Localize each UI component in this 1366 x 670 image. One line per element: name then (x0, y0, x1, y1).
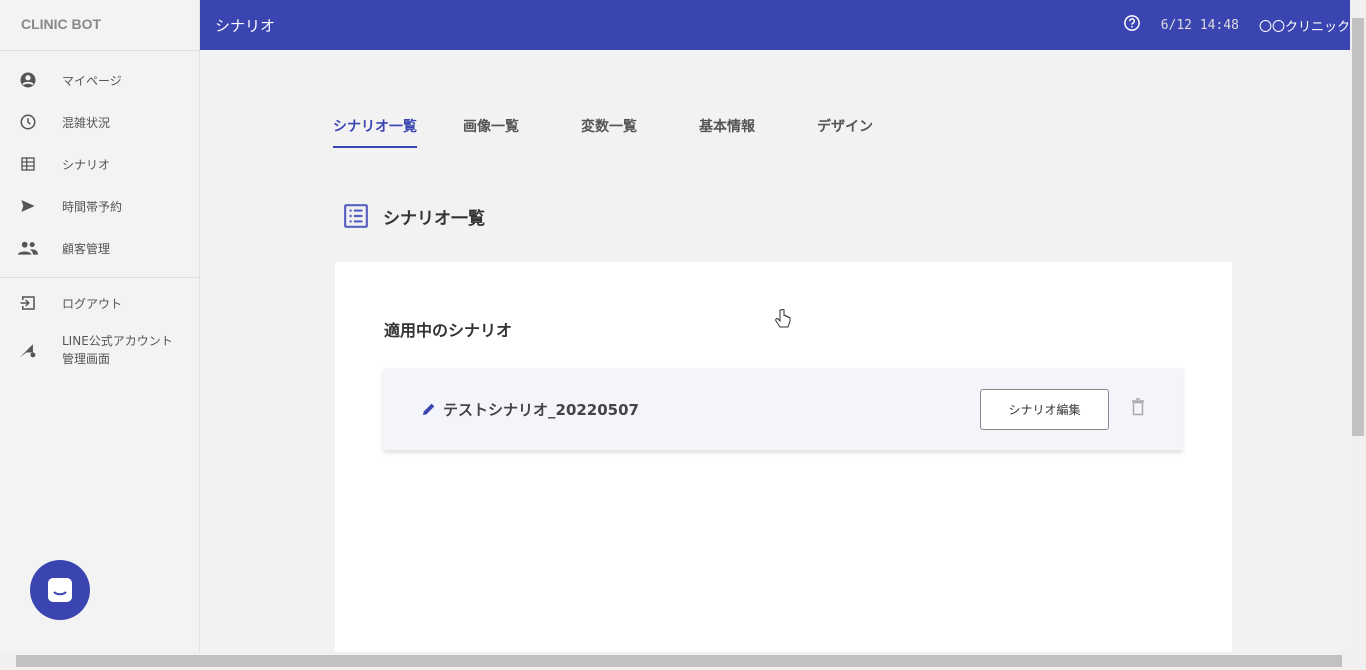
help-icon[interactable] (1123, 14, 1141, 36)
tab-scenario-list[interactable]: シナリオ一覧 (333, 112, 417, 148)
divider (0, 277, 199, 278)
logout-icon (18, 293, 38, 313)
scenario-name: テストシナリオ_20220507 (443, 400, 639, 419)
list-icon (344, 204, 368, 228)
trash-icon[interactable] (1131, 398, 1145, 420)
chat-icon (48, 578, 72, 602)
sidebar-item-time-reservation[interactable]: 時間帯予約 (0, 185, 199, 227)
sidebar-item-label: シナリオ (62, 157, 111, 172)
sidebar-item-label: ログアウト (62, 296, 123, 311)
active-scenario-heading: 適用中のシナリオ (384, 321, 513, 340)
sidebar-item-label: マイページ (62, 73, 122, 88)
sidebar-item-label: 顧客管理 (62, 241, 111, 256)
vertical-scrollbar[interactable] (1350, 0, 1366, 652)
sidebar: CLINIC BOT マイページ 混雑状況 シナリオ 時間帯予約 顧客管理 ログ… (0, 0, 200, 652)
hand-cursor-icon (775, 309, 791, 328)
sidebar-item-label: 混雑状況 (62, 115, 111, 130)
sidebar-item-mypage[interactable]: マイページ (0, 59, 199, 101)
top-bar: シナリオ 6/12 14:48 〇〇クリニック (200, 0, 1350, 50)
line-admin-icon (18, 340, 38, 360)
sidebar-item-congestion[interactable]: 混雑状況 (0, 101, 199, 143)
people-icon (18, 238, 38, 258)
sidebar-item-customers[interactable]: 顧客管理 (0, 227, 199, 269)
pencil-icon[interactable] (421, 401, 437, 417)
brand-logo: CLINIC BOT (0, 0, 199, 51)
scenario-row: テストシナリオ_20220507 シナリオ編集 (383, 368, 1183, 450)
horizontal-scrollbar[interactable] (0, 652, 1366, 670)
sidebar-item-label: 時間帯予約 (62, 199, 123, 214)
chat-launcher-button[interactable] (30, 560, 90, 620)
table-icon (18, 154, 38, 174)
sidebar-item-logout[interactable]: ログアウト (0, 282, 199, 324)
sidebar-item-scenario[interactable]: シナリオ (0, 143, 199, 185)
page-title: シナリオ (215, 16, 276, 35)
tab-bar: シナリオ一覧 画像一覧 変数一覧 基本情報 デザイン (333, 112, 919, 148)
sidebar-item-label: LINE公式アカウント 管理画面 (62, 334, 173, 366)
edit-scenario-button[interactable]: シナリオ編集 (980, 388, 1109, 430)
clinic-name[interactable]: 〇〇クリニック (1259, 16, 1350, 35)
sidebar-item-line-admin[interactable]: LINE公式アカウント 管理画面 (0, 324, 199, 376)
datetime: 6/12 14:48 (1160, 17, 1239, 33)
tab-design[interactable]: デザイン (817, 112, 873, 148)
section-title: シナリオ一覧 (343, 203, 485, 229)
tab-basic-info[interactable]: 基本情報 (699, 112, 755, 148)
send-icon (18, 196, 38, 216)
tab-image-list[interactable]: 画像一覧 (463, 112, 519, 148)
account-circle-icon (18, 70, 38, 90)
tab-variable-list[interactable]: 変数一覧 (581, 112, 637, 148)
clock-icon (18, 112, 38, 132)
